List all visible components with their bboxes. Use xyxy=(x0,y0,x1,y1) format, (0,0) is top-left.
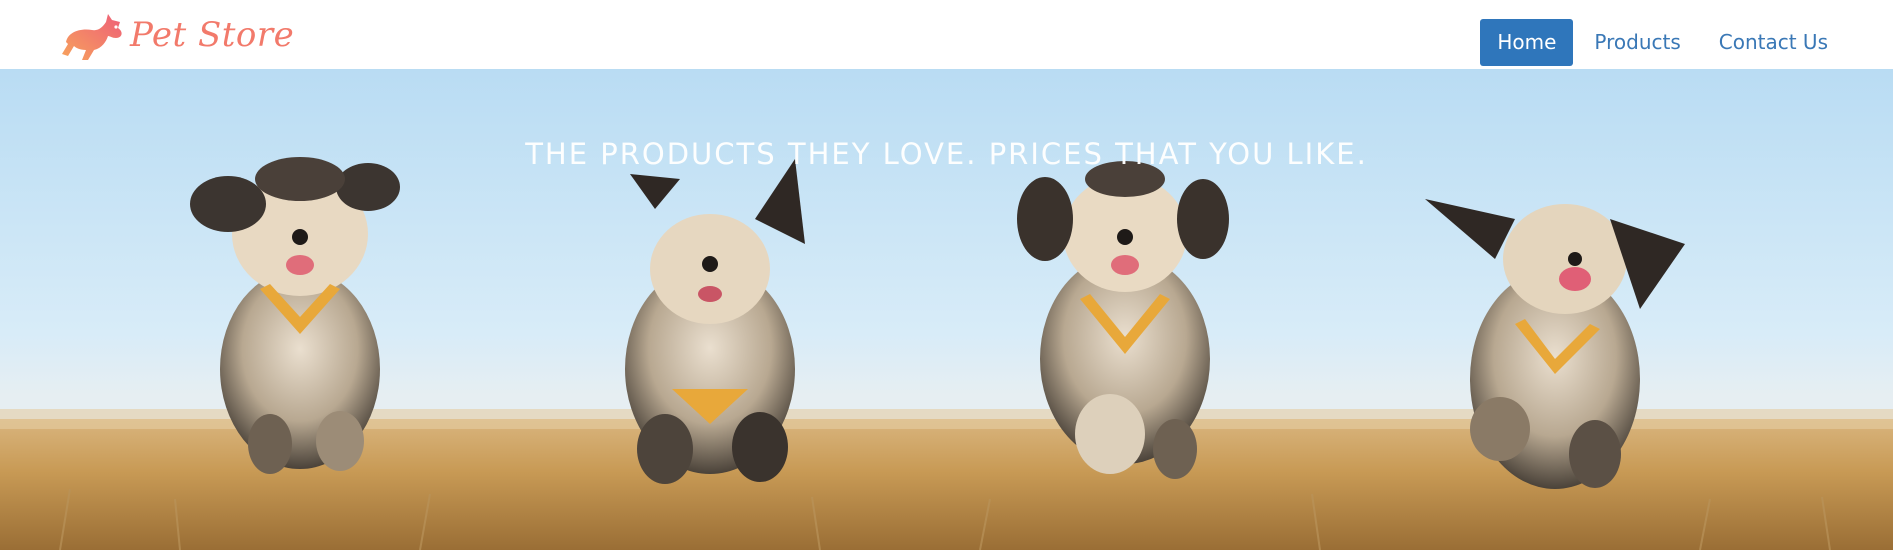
navbar: Pet Store Home Products Contact Us xyxy=(0,0,1893,69)
brand-name: Pet Store xyxy=(130,15,295,55)
hero-tagline: THE PRODUCTS THEY LOVE. PRICES THAT YOU … xyxy=(525,137,1368,171)
nav-contact-us[interactable]: Contact Us xyxy=(1702,19,1845,66)
brand-link[interactable]: Pet Store xyxy=(58,6,294,64)
main-nav: Home Products Contact Us xyxy=(1480,19,1845,66)
nav-products[interactable]: Products xyxy=(1577,19,1697,66)
hero-banner: THE PRODUCTS THEY LOVE. PRICES THAT YOU … xyxy=(0,69,1893,550)
running-pet-icon xyxy=(62,14,122,60)
nav-home[interactable]: Home xyxy=(1480,19,1574,66)
